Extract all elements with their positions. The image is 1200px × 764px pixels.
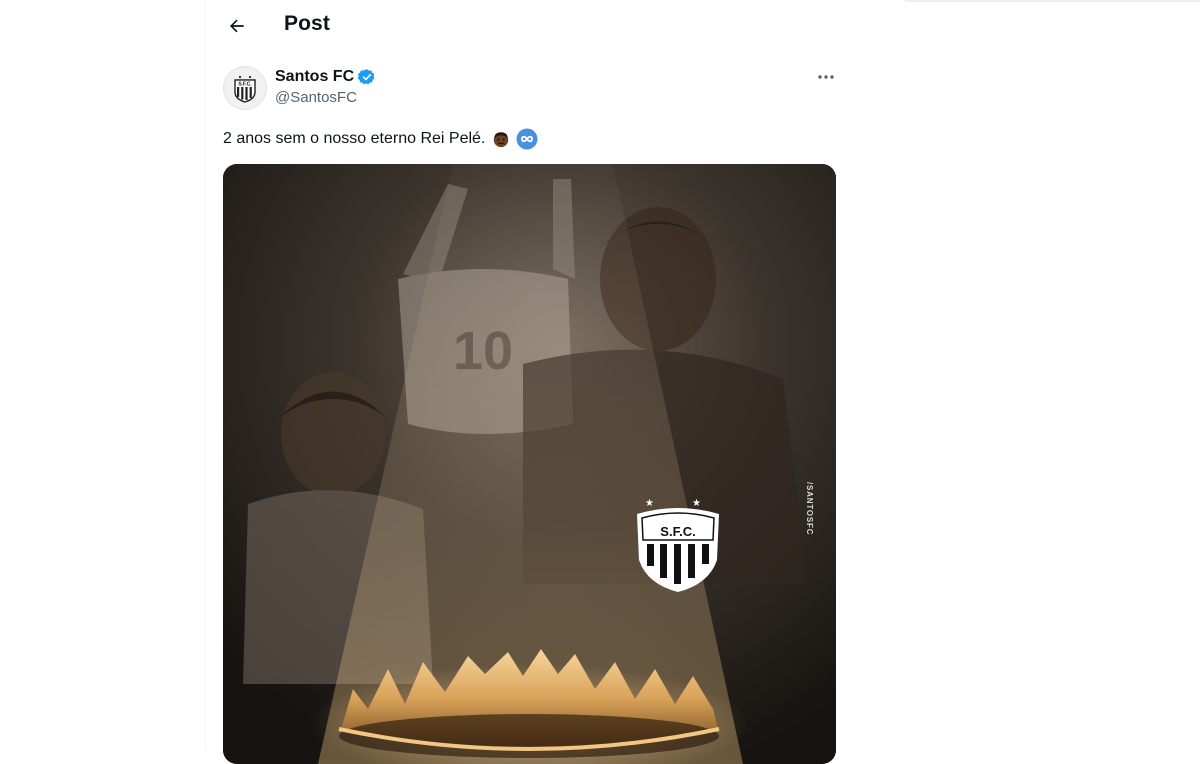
more-dots-icon [818, 75, 834, 79]
avatar[interactable]: S.F.C. [223, 66, 267, 110]
verified-badge-icon [358, 69, 375, 85]
svg-text:★: ★ [645, 498, 654, 509]
back-button[interactable] [220, 9, 254, 43]
author-handle[interactable]: @SantosFC [275, 89, 357, 106]
post-text: 2 anos sem o nosso eterno Rei Pelé. [223, 130, 486, 147]
post-text-row: 2 anos sem o nosso eterno Rei Pelé. [223, 128, 538, 150]
right-sidebar [853, 0, 1200, 750]
crest-text: S.F.C. [660, 524, 695, 539]
infinity-emoji-icon [516, 128, 538, 150]
svg-text:★: ★ [692, 498, 701, 509]
post-media-image[interactable]: 10 ★ ★ S.F.C. [223, 164, 836, 764]
more-options-button[interactable] [812, 66, 840, 88]
dark-skin-face-emoji-icon [494, 132, 509, 148]
tribute-artwork: 10 ★ ★ S.F.C. [223, 164, 836, 764]
sidebar-divider [905, 0, 1200, 2]
santos-crest-icon: S.F.C. [234, 75, 256, 103]
svg-text:S.F.C.: S.F.C. [238, 82, 252, 88]
author-display-name[interactable]: Santos FC [275, 68, 354, 86]
page-title: Post [284, 12, 330, 35]
arrow-left-icon [230, 19, 244, 33]
social-handle-vertical-text: /SANTOSFC [805, 482, 814, 536]
post-header: Post [206, 0, 853, 52]
main-column: Post S.F.C. Santos FC @SantosFC 2 anos s… [205, 0, 854, 764]
